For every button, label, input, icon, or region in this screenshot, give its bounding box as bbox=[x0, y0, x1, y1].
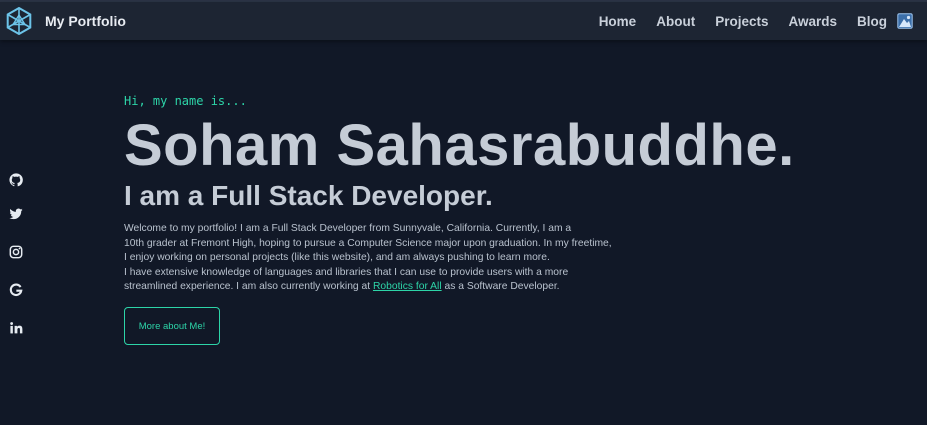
theme-toggle-icon[interactable] bbox=[897, 13, 913, 29]
instagram-icon[interactable] bbox=[9, 245, 23, 259]
github-icon[interactable] bbox=[9, 173, 23, 187]
google-icon[interactable] bbox=[9, 283, 23, 297]
bio-line: 10th grader at Fremont High, hoping to p… bbox=[124, 237, 612, 249]
twitter-icon[interactable] bbox=[9, 207, 23, 221]
bio-line-last: streamlined experience. I am also curren… bbox=[124, 280, 624, 295]
nav-link-blog[interactable]: Blog bbox=[857, 14, 887, 29]
nav-link-awards[interactable]: Awards bbox=[788, 14, 837, 29]
bio-paragraph: Welcome to my portfolio! I am a Full Sta… bbox=[124, 222, 624, 295]
hero-tagline: I am a Full Stack Developer. bbox=[124, 180, 493, 211]
nav-links: Home About Projects Awards Blog bbox=[579, 2, 913, 40]
bio-text: as a Software Developer. bbox=[441, 281, 560, 293]
linkedin-icon[interactable] bbox=[9, 321, 23, 335]
nav-link-projects[interactable]: Projects bbox=[715, 14, 768, 29]
bio-line: I enjoy working on personal projects (li… bbox=[124, 252, 550, 264]
logo-icon bbox=[6, 7, 32, 35]
bio-line: Welcome to my portfolio! I am a Full Sta… bbox=[124, 223, 572, 234]
robotics-for-all-link[interactable]: Robotics for All bbox=[373, 281, 442, 292]
hero-name: Soham Sahasrabuddhe. bbox=[124, 113, 795, 178]
brand-name[interactable]: My Portfolio bbox=[45, 13, 126, 29]
bio-text: streamlined experience. I am also curren… bbox=[124, 281, 373, 293]
nav-link-home[interactable]: Home bbox=[599, 14, 637, 29]
navbar: My Portfolio Home About Projects Awards … bbox=[0, 2, 927, 40]
bio-line: I have extensive knowledge of languages … bbox=[124, 266, 569, 278]
nav-link-about[interactable]: About bbox=[656, 14, 695, 29]
brand[interactable]: My Portfolio bbox=[5, 6, 126, 36]
more-about-me-button[interactable]: More about Me! bbox=[124, 307, 220, 345]
greeting-text: Hi, my name is... bbox=[124, 94, 247, 108]
